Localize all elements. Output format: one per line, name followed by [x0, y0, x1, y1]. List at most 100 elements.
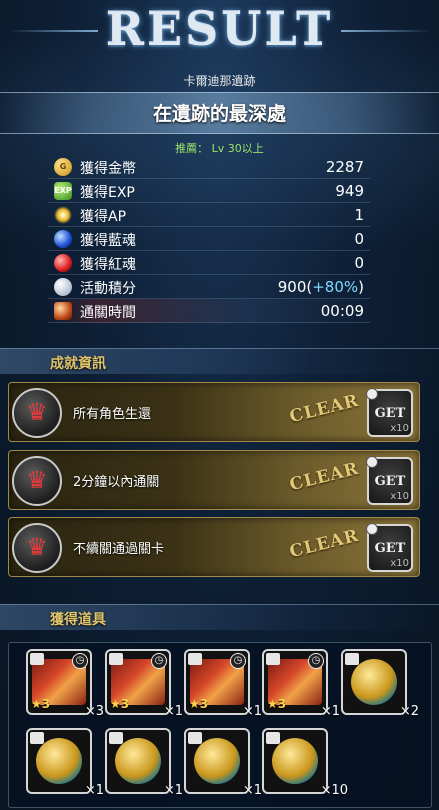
- exp-icon: EXP: [54, 182, 72, 200]
- item-qty: ×1: [163, 783, 183, 798]
- reward-badge-icon: [366, 523, 378, 535]
- crown-medal-icon: ♛: [12, 456, 62, 506]
- event-points-value-end: ): [358, 278, 364, 296]
- stat-row-blue-soul: 獲得藍魂 0: [48, 227, 370, 251]
- event-points-icon: [54, 278, 72, 296]
- stat-value: 2287: [325, 158, 364, 176]
- blue-soul-icon: [54, 230, 72, 248]
- item-qty: ×10: [320, 783, 348, 798]
- stat-label: 獲得藍魂: [80, 233, 136, 249]
- item-rarity: ★3: [267, 697, 287, 711]
- stat-label: 獲得金幣: [80, 161, 136, 177]
- item-qty: ×1: [84, 783, 104, 798]
- medal-icon: [36, 738, 82, 784]
- items-panel: ◷ ★3 ×3 ◷ ★3 ×1 ◷ ★3 ×1 ◷ ★3 ×1 ×2 ×1 ×1: [8, 642, 432, 808]
- item-qty: ×2: [399, 704, 419, 719]
- stat-row-ap: 獲得AP 1: [48, 203, 370, 227]
- stat-row-red-soul: 獲得紅魂 0: [48, 251, 370, 275]
- items-header-label: 獲得道具: [50, 612, 106, 628]
- achievement-label: 所有角色生還: [73, 407, 152, 422]
- clock-icon: ◷: [72, 653, 88, 669]
- item-tag-icon: [266, 732, 280, 744]
- item-slot[interactable]: ◷ ★3 ×1: [105, 649, 183, 719]
- clear-stamp: CLEAR: [287, 458, 362, 496]
- achievement-reward: GET x10: [366, 523, 413, 572]
- ap-icon: [54, 206, 72, 224]
- event-points-bonus: +80%: [312, 278, 359, 296]
- item-slot[interactable]: ◷ ★3 ×1: [262, 649, 340, 719]
- item-tag-icon: [266, 653, 280, 665]
- stat-row-clear-time: 通關時間 00:09: [48, 299, 370, 323]
- item-slot[interactable]: ◷ ★3 ×1: [184, 649, 262, 719]
- recommended-level: 推薦： Lv 30以上: [175, 142, 264, 155]
- reward-get-label: GET: [374, 541, 406, 556]
- stat-label: 獲得EXP: [80, 185, 135, 201]
- red-soul-icon: [54, 254, 72, 272]
- clear-time-icon: [54, 302, 72, 320]
- stat-row-gold: G 獲得金幣 2287: [48, 155, 370, 179]
- item-rarity: ★3: [31, 697, 51, 711]
- item-tag-icon: [188, 732, 202, 744]
- clear-stamp: CLEAR: [287, 390, 362, 428]
- item-tag-icon: [345, 653, 359, 665]
- items-header: 獲得道具: [0, 604, 439, 630]
- item-rarity: ★3: [189, 697, 209, 711]
- stage-name: 在遺跡的最深處: [0, 92, 439, 134]
- reward-qty: x10: [390, 491, 409, 502]
- achievement-row: ♛ 所有角色生還 CLEAR GET x10: [8, 382, 420, 442]
- reward-badge-icon: [366, 456, 378, 468]
- reward-qty: x10: [390, 558, 409, 569]
- stat-value: 0: [354, 230, 364, 248]
- clear-stamp: CLEAR: [287, 525, 362, 563]
- stat-value: 00:09: [320, 302, 364, 320]
- item-rarity: ★3: [110, 697, 130, 711]
- crown-medal-icon: ♛: [12, 388, 62, 438]
- result-title: RESULT: [105, 2, 334, 56]
- item-tag-icon: [30, 653, 44, 665]
- achievement-row: ♛ 2分鐘以內通關 CLEAR GET x10: [8, 450, 420, 510]
- item-slot[interactable]: ×10: [262, 728, 348, 798]
- item-slot[interactable]: ×2: [341, 649, 419, 719]
- reward-get-label: GET: [374, 474, 406, 489]
- clock-icon: ◷: [308, 653, 324, 669]
- item-slot[interactable]: ×1: [26, 728, 104, 798]
- achievements-header: 成就資訊: [0, 348, 439, 374]
- stat-label: 通關時間: [80, 305, 136, 321]
- stat-label: 獲得紅魂: [80, 257, 136, 273]
- stat-value: 0: [354, 254, 364, 272]
- medal-icon: [194, 738, 240, 784]
- medal-icon: [272, 738, 318, 784]
- item-slot[interactable]: ◷ ★3 ×3: [26, 649, 104, 719]
- item-qty: ×1: [242, 704, 262, 719]
- reward-badge-icon: [366, 388, 378, 400]
- clock-icon: ◷: [151, 653, 167, 669]
- item-tag-icon: [109, 732, 123, 744]
- item-qty: ×1: [242, 783, 262, 798]
- stat-label: 獲得AP: [80, 209, 127, 225]
- item-slot[interactable]: ×1: [184, 728, 262, 798]
- crown-medal-icon: ♛: [12, 523, 62, 573]
- dungeon-name: 卡爾迪那遺跡: [183, 74, 256, 88]
- stat-value: 900(+80%): [278, 278, 364, 296]
- achievements-header-label: 成就資訊: [50, 356, 106, 372]
- achievement-label: 不續關通過關卡: [73, 542, 165, 557]
- item-qty: ×1: [163, 704, 183, 719]
- achievement-reward: GET x10: [366, 388, 413, 437]
- medal-icon: [115, 738, 161, 784]
- item-tag-icon: [30, 732, 44, 744]
- achievement-reward: GET x10: [366, 456, 413, 505]
- item-slot[interactable]: ×1: [105, 728, 183, 798]
- stat-label: 活動積分: [80, 281, 136, 297]
- reward-qty: x10: [390, 423, 409, 434]
- stat-value: 1: [354, 206, 364, 224]
- stat-row-exp: EXP 獲得EXP 949: [48, 179, 370, 203]
- achievement-row: ♛ 不續關通過關卡 CLEAR GET x10: [8, 517, 420, 577]
- achievement-label: 2分鐘以內通關: [73, 475, 160, 490]
- result-stats: G 獲得金幣 2287 EXP 獲得EXP 949 獲得AP 1 獲得藍魂 0 …: [0, 155, 439, 323]
- item-qty: ×1: [320, 704, 340, 719]
- item-tag-icon: [188, 653, 202, 665]
- event-points-value: 900(: [277, 278, 313, 296]
- stat-row-event-points: 活動積分 900(+80%): [48, 275, 370, 299]
- item-tag-icon: [109, 653, 123, 665]
- item-qty: ×3: [84, 704, 104, 719]
